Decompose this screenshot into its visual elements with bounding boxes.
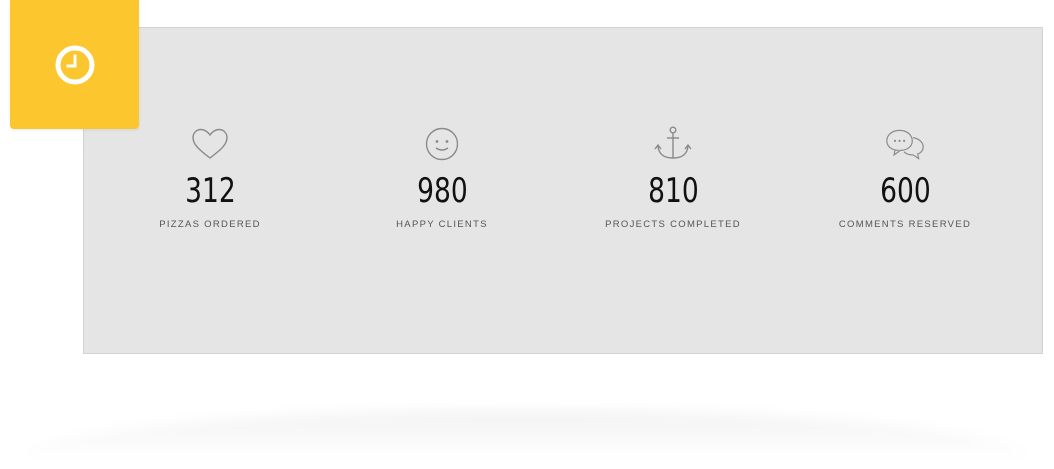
smiley-icon [425,127,459,161]
stat-label: PIZZAS ORDERED [159,219,261,230]
panel-shadow [20,410,1034,460]
clock-icon [55,45,94,84]
clock-badge [10,0,139,129]
stat-value: 312 [184,171,236,211]
chat-bubbles-icon [886,129,924,160]
heart-icon [192,128,228,159]
anchor-icon [654,126,692,159]
stat-value: 810 [647,171,699,211]
stat-pizzas-ordered: 312 PIZZAS ORDERED [100,125,320,230]
stat-value: 980 [416,171,468,211]
stat-comments-reserved: 600 COMMENTS RESERVED [795,125,1015,230]
stat-label: HAPPY CLIENTS [396,219,488,230]
stat-label: PROJECTS COMPLETED [605,219,741,230]
stat-happy-clients: 980 HAPPY CLIENTS [332,125,552,230]
stat-projects-completed: 810 PROJECTS COMPLETED [563,125,783,230]
stat-label: COMMENTS RESERVED [838,219,972,230]
stat-value: 600 [879,171,931,211]
